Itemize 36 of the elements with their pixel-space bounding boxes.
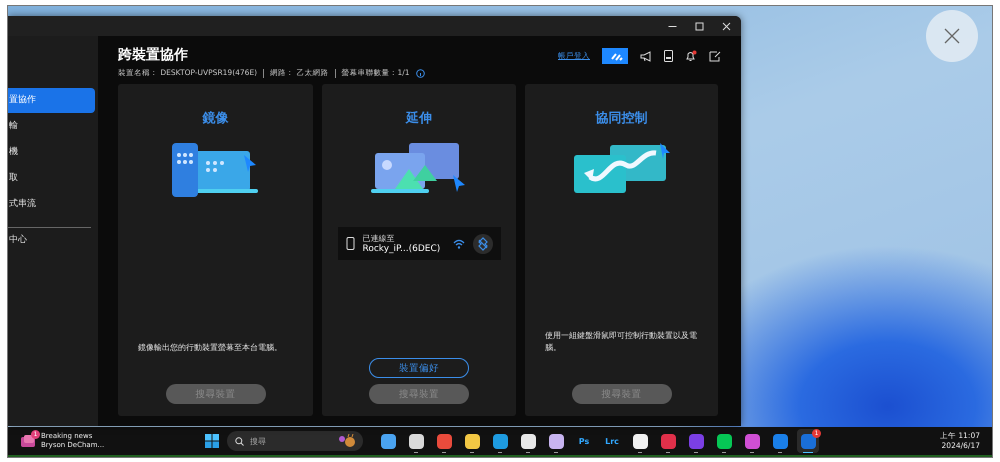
maximize-icon[interactable] xyxy=(695,22,704,30)
card-description: 鏡像輸出您的行動裝置螢幕至本台電腦。 xyxy=(137,342,283,354)
sidebar-item[interactable]: 機 xyxy=(8,140,95,165)
sidebar-item[interactable]: 置協作 xyxy=(8,88,95,113)
sidebar-item[interactable]: 中心 xyxy=(8,227,91,253)
card-title: 鏡像 xyxy=(202,110,228,127)
sidebar-item[interactable]: 取 xyxy=(8,166,95,191)
app-label: Lrc xyxy=(605,436,619,446)
device-preferences-button[interactable]: 裝置偏好 xyxy=(369,358,469,378)
taskbar-app-icon[interactable]: Ps xyxy=(573,429,595,453)
page-title: 跨裝置協作 xyxy=(118,46,188,64)
divider-icon xyxy=(263,68,264,78)
card-title: 延伸 xyxy=(406,110,432,127)
feedback-icon[interactable] xyxy=(709,50,721,62)
sidebar-item[interactable]: 式串流 xyxy=(8,192,95,217)
divider-icon xyxy=(334,68,336,78)
notification-icon[interactable] xyxy=(685,50,697,62)
mode-toggle-button[interactable] xyxy=(602,48,628,64)
device-name: Rocky_iP...(6DEC) xyxy=(362,244,442,254)
info-icon[interactable] xyxy=(416,68,425,78)
close-icon xyxy=(944,28,960,44)
news-icon xyxy=(20,434,36,448)
close-icon[interactable] xyxy=(722,22,731,30)
connection-status: 已連線至 xyxy=(362,233,396,244)
phone-icon xyxy=(346,237,354,250)
disconnect-button[interactable] xyxy=(472,234,492,254)
search-icon xyxy=(235,436,244,446)
card-title: 協同控制 xyxy=(596,110,648,127)
card-description: 使用一組鍵盤滑鼠即可控制行動裝置以及電腦。 xyxy=(544,330,698,354)
taskbar-app-icon[interactable]: Lrc xyxy=(601,429,623,453)
search-field[interactable]: 搜尋 xyxy=(227,431,363,451)
megaphone-icon[interactable] xyxy=(640,50,652,62)
app-label: Ps xyxy=(578,436,590,446)
wifi-icon xyxy=(452,238,464,248)
start-icon[interactable] xyxy=(205,434,219,448)
sidebar-item[interactable]: 輸 xyxy=(8,114,95,139)
